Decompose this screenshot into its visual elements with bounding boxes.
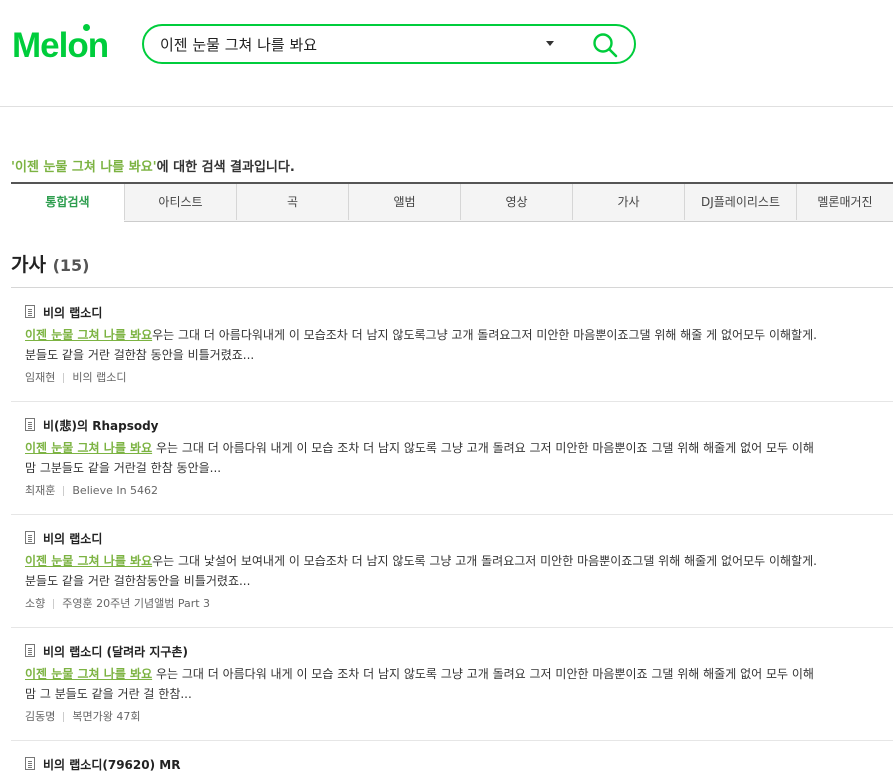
lyric-result-item: 비의 랩소디 (달려라 지구촌) 이젠 눈물 그쳐 나를 봐요 우는 그대 더 … <box>11 627 893 741</box>
song-title-link[interactable]: 비의 랩소디 <box>43 304 102 321</box>
album-link[interactable]: 비의 랩소디 <box>72 371 126 384</box>
song-meta: 임재현 비의 랩소디 <box>25 369 126 385</box>
lyric-highlight: 이젠 눈물 그쳐 나를 봐요 <box>25 328 153 342</box>
lyric-text: 우는 그대 낯설어 보여내게 이 모습조차 더 남지 않도록 그냥 고개 돌려요… <box>152 554 817 568</box>
logo-text-o: o <box>67 24 91 65</box>
meta-separator <box>63 373 65 383</box>
artist-link[interactable]: 임재현 <box>25 371 55 384</box>
album-link[interactable]: Believe In 5462 <box>72 484 158 497</box>
document-icon <box>25 531 35 544</box>
artist-link[interactable]: 최재훈 <box>25 484 55 497</box>
artist-link[interactable]: 소향 <box>25 597 45 610</box>
lyric-text: 우는 그대 더 아름다워 내게 이 모습 조차 더 남지 않도록 그냥 고개 돌… <box>152 441 814 455</box>
lyric-snippet[interactable]: 이젠 눈물 그쳐 나를 봐요우는 그대 낯설어 보여내게 이 모습조차 더 남지… <box>25 551 893 591</box>
album-link[interactable]: 복면가왕 47회 <box>72 710 140 723</box>
song-meta: 김동명 복면가왕 47회 <box>25 708 140 724</box>
tab-video[interactable]: 영상 <box>460 184 572 220</box>
song-title-link[interactable]: 비의 랩소디 (달려라 지구촌) <box>43 643 188 660</box>
lyric-text-line2: 분들도 같을 거란 걸한참 동안을 비틀거렸죠... <box>25 348 255 362</box>
dropdown-arrow-icon[interactable] <box>546 41 554 46</box>
lyric-text-line2: 맘 그 분들도 같을 거란 걸 한참... <box>25 687 192 701</box>
search-icon[interactable] <box>592 32 618 58</box>
tab-lyrics[interactable]: 가사 <box>572 184 684 220</box>
song-meta: 소향 주영훈 20주년 기념앨범 Part 3 <box>25 595 210 611</box>
lyric-text-line2: 맘 그분들도 같을 거란걸 한참 동안을... <box>25 461 222 475</box>
section-count: (15) <box>52 256 90 275</box>
search-result-heading: '이젠 눈물 그쳐 나를 봐요'에 대한 검색 결과입니다. <box>11 156 295 175</box>
meta-separator <box>63 486 65 496</box>
search-tabs: 통합검색 아티스트 곡 앨범 영상 가사 DJ플레이리스트 멜론매거진 <box>11 182 893 222</box>
document-icon <box>25 757 35 770</box>
melon-logo[interactable]: Melon <box>12 24 109 66</box>
tab-song[interactable]: 곡 <box>236 184 348 220</box>
tab-artist[interactable]: 아티스트 <box>124 184 236 220</box>
lyric-highlight: 이젠 눈물 그쳐 나를 봐요 <box>25 667 153 681</box>
song-title-link[interactable]: 비의 랩소디(79620) MR <box>43 756 180 773</box>
lyric-text: 우는 그대 더 아름다워 내게 이 모습 조차 더 남지 않도록 그냥 고개 돌… <box>152 667 814 681</box>
artist-link[interactable]: 김동명 <box>25 710 55 723</box>
lyric-result-item: 비의 랩소디 이젠 눈물 그쳐 나를 봐요우는 그대 낯설어 보여내게 이 모습… <box>11 514 893 628</box>
lyric-highlight: 이젠 눈물 그쳐 나를 봐요 <box>25 441 153 455</box>
tab-album[interactable]: 앨범 <box>348 184 460 220</box>
tab-dj-playlist[interactable]: DJ플레이리스트 <box>684 184 796 220</box>
section-title-label: 가사 <box>11 254 46 276</box>
song-title-link[interactable]: 비(悲)의 Rhapsody <box>43 417 159 434</box>
document-icon <box>25 644 35 657</box>
lyric-snippet[interactable]: 이젠 눈물 그쳐 나를 봐요 우는 그대 더 아름다워 내게 이 모습 조차 더… <box>25 438 893 478</box>
logo-text-prefix: Mel <box>12 26 68 65</box>
header: Melon <box>0 0 893 107</box>
lyric-result-item: 비의 랩소디 이젠 눈물 그쳐 나를 봐요우는 그대 더 아름다워내게 이 모습… <box>11 288 893 402</box>
lyric-snippet[interactable]: 이젠 눈물 그쳐 나를 봐요우는 그대 더 아름다워내게 이 모습조차 더 남지… <box>25 325 893 365</box>
tab-integrated-search[interactable]: 통합검색 <box>11 184 124 222</box>
lyric-text-line2: 분들도 같을 거란 걸한참동안을 비틀거렸죠... <box>25 574 251 588</box>
search-input[interactable] <box>160 33 540 55</box>
album-link[interactable]: 주영훈 20주년 기념앨범 Part 3 <box>62 597 210 610</box>
meta-separator <box>53 599 55 609</box>
search-result-suffix: 에 대한 검색 결과입니다. <box>156 160 295 175</box>
document-icon <box>25 418 35 431</box>
search-box <box>142 24 636 64</box>
lyric-result-item: 비(悲)의 Rhapsody 이젠 눈물 그쳐 나를 봐요 우는 그대 더 아름… <box>11 401 893 515</box>
meta-separator <box>63 712 65 722</box>
song-meta: 최재훈 Believe In 5462 <box>25 482 158 498</box>
logo-text-suffix: n <box>87 26 109 65</box>
lyric-text: 우는 그대 더 아름다워내게 이 모습조차 더 남지 않도록그냥 고개 돌려요그… <box>152 328 817 342</box>
document-icon <box>25 305 35 318</box>
section-title-lyrics: 가사 (15) <box>11 250 89 277</box>
lyric-snippet[interactable]: 이젠 눈물 그쳐 나를 봐요 우는 그대 더 아름다워 내게 이 모습 조차 더… <box>25 664 893 704</box>
lyric-result-item: 비의 랩소디(79620) MR <box>11 740 893 772</box>
search-query-text: '이젠 눈물 그쳐 나를 봐요' <box>11 160 157 175</box>
song-title-link[interactable]: 비의 랩소디 <box>43 530 102 547</box>
lyric-highlight: 이젠 눈물 그쳐 나를 봐요 <box>25 554 153 568</box>
tab-melon-magazine[interactable]: 멜론매거진 <box>796 184 893 220</box>
